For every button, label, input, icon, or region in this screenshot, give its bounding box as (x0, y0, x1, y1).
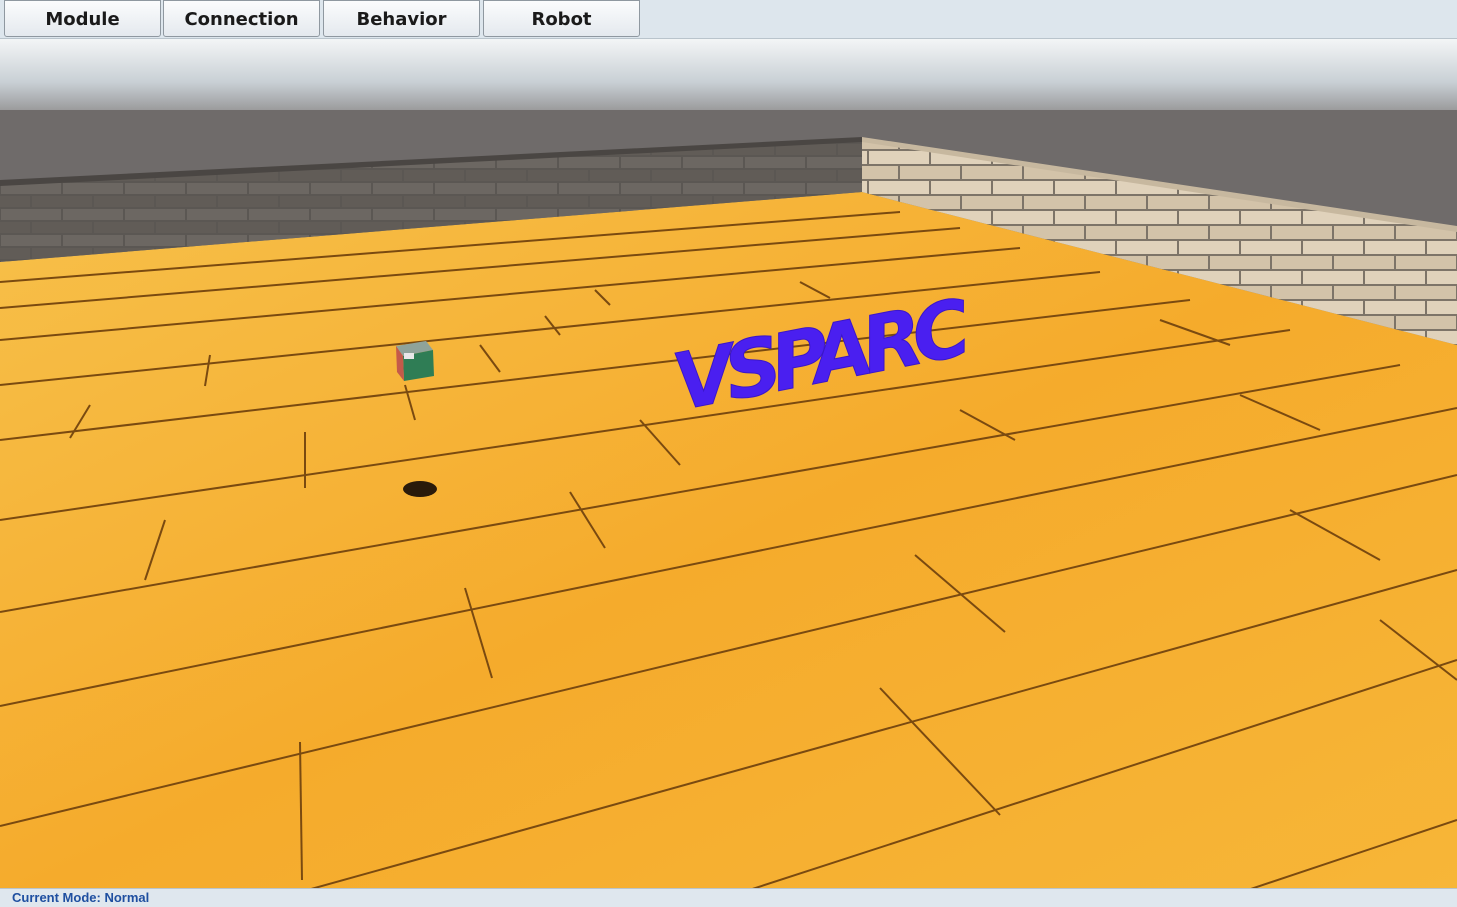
scene-viewport[interactable]: VSPARC (0, 0, 1457, 906)
current-mode-status: Current Mode: Normal (12, 890, 149, 905)
connection-menu-button[interactable]: Connection (163, 0, 320, 37)
status-label: Current Mode: (12, 890, 101, 905)
behavior-menu-button[interactable]: Behavior (323, 0, 480, 37)
robot-module[interactable] (396, 341, 434, 381)
top-menu-bar: Module Connection Behavior Robot (0, 0, 1457, 39)
wooden-floor (0, 192, 1457, 906)
robot-menu-button[interactable]: Robot (483, 0, 640, 37)
status-bar: Current Mode: Normal (0, 888, 1457, 907)
status-mode-value: Normal (104, 890, 150, 905)
module-menu-button[interactable]: Module (4, 0, 161, 37)
robot-shadow (403, 481, 437, 497)
sky (0, 38, 1457, 118)
